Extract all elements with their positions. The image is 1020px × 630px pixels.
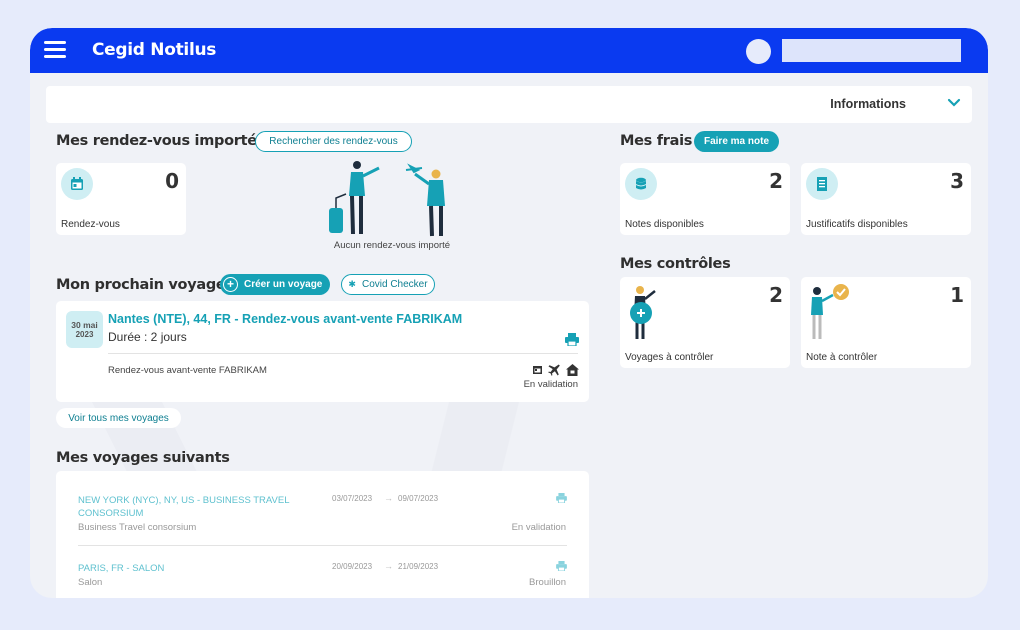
calendar-icon (61, 168, 93, 200)
trip-duration: Durée : 2 jours (108, 330, 187, 344)
app-title: Cegid Notilus (92, 40, 217, 60)
expenses-heading: Mes frais (620, 133, 693, 149)
date-arrow: → (384, 561, 393, 571)
virus-icon: ✱ (348, 279, 356, 289)
notes-available-label: Notes disponibles (625, 219, 704, 230)
receipts-available-label: Justificatifs disponibles (806, 219, 908, 230)
trips-to-control-count: 2 (769, 283, 783, 307)
next-trip-subtitle: Business Travel consorsium (78, 522, 197, 533)
create-expense-note-button[interactable]: Faire ma note (694, 131, 779, 152)
trip-control-illustration (630, 286, 656, 339)
covid-checker-button[interactable]: ✱ Covid Checker (341, 274, 435, 295)
plus-icon: + (223, 277, 238, 292)
print-icon[interactable] (556, 493, 567, 503)
covid-checker-label: Covid Checker (361, 279, 428, 290)
rdv-heading: Mes rendez-vous importés (56, 133, 266, 149)
trip-title[interactable]: Nantes (NTE), 44, FR - Rendez-vous avant… (108, 312, 462, 326)
receipts-available-count: 3 (950, 169, 964, 193)
next-trip-date-from: 20/09/2023 (332, 562, 373, 571)
rdv-count: 0 (165, 169, 179, 193)
chevron-down-icon[interactable] (946, 95, 962, 111)
next-trip-title[interactable]: PARIS, FR - SALON (78, 562, 308, 575)
next-trip-status: En validation (511, 522, 566, 533)
next-trip-date-from: 03/07/2023 (332, 494, 373, 503)
coins-icon (625, 168, 657, 200)
next-trip-date-to: 09/07/2023 (398, 494, 439, 503)
note-to-control-count: 1 (950, 283, 964, 307)
plane-icon (548, 364, 560, 376)
top-bar: Cegid Notilus (30, 28, 988, 73)
avatar[interactable] (746, 39, 771, 64)
next-trip-card[interactable]: 30 mai 2023 Nantes (NTE), 44, FR - Rende… (56, 301, 589, 402)
note-control-illustration (811, 284, 849, 339)
note-to-control-card[interactable]: 1 Note à contrôler (801, 277, 971, 368)
list-divider (78, 545, 567, 546)
user-name-placeholder[interactable] (782, 39, 961, 62)
trip-subtitle: Rendez-vous avant-vente FABRIKAM (108, 365, 267, 376)
information-panel[interactable]: Informations (46, 86, 972, 123)
print-icon[interactable] (556, 561, 567, 571)
print-icon[interactable] (565, 333, 579, 346)
next-trip-heading: Mon prochain voyage (56, 277, 226, 293)
menu-icon[interactable] (44, 41, 66, 59)
information-label: Informations (830, 97, 906, 111)
travelers-illustration (329, 161, 445, 237)
app-frame: Cegid Notilus Informations Mes rendez-vo… (30, 28, 988, 598)
trip-type-icons (532, 363, 579, 376)
create-trip-label: Créer un voyage (244, 279, 323, 290)
next-trip-subtitle: Salon (78, 577, 103, 588)
notes-available-card[interactable]: 2 Notes disponibles (620, 163, 790, 235)
rdv-card[interactable]: 0 Rendez-vous (56, 163, 186, 235)
search-rdv-button[interactable]: Rechercher des rendez-vous (255, 131, 412, 152)
trips-to-control-card[interactable]: 2 Voyages à contrôler (620, 277, 790, 368)
next-trips-heading: Mes voyages suivants (56, 450, 230, 466)
empty-rdv-caption: Aucun rendez-vous importé (333, 240, 451, 251)
trips-to-control-label: Voyages à contrôler (625, 352, 714, 363)
calendar-small-icon (533, 366, 542, 374)
date-arrow: → (384, 493, 393, 503)
controls-heading: Mes contrôles (620, 256, 731, 272)
next-trip-date-to: 21/09/2023 (398, 562, 439, 571)
trip-divider (108, 353, 578, 354)
next-trips-card: NEW YORK (NYC), NY, US - BUSINESS TRAVEL… (56, 471, 589, 598)
see-all-trips-link[interactable]: Voir tous mes voyages (56, 408, 181, 428)
trip-date-badge: 30 mai 2023 (66, 311, 103, 348)
receipt-icon (806, 168, 838, 200)
note-to-control-label: Note à contrôler (806, 352, 878, 363)
create-trip-button[interactable]: + Créer un voyage (220, 274, 330, 295)
next-trip-status: Brouillon (529, 577, 566, 588)
trip-date-day: 30 mai (71, 320, 98, 330)
receipts-available-card[interactable]: 3 Justificatifs disponibles (801, 163, 971, 235)
notes-available-count: 2 (769, 169, 783, 193)
next-trip-title[interactable]: NEW YORK (NYC), NY, US - BUSINESS TRAVEL… (78, 494, 308, 520)
trip-date-year: 2023 (75, 330, 94, 339)
hotel-icon (566, 363, 579, 376)
trip-status: En validation (523, 379, 578, 390)
rdv-card-label: Rendez-vous (61, 219, 120, 230)
